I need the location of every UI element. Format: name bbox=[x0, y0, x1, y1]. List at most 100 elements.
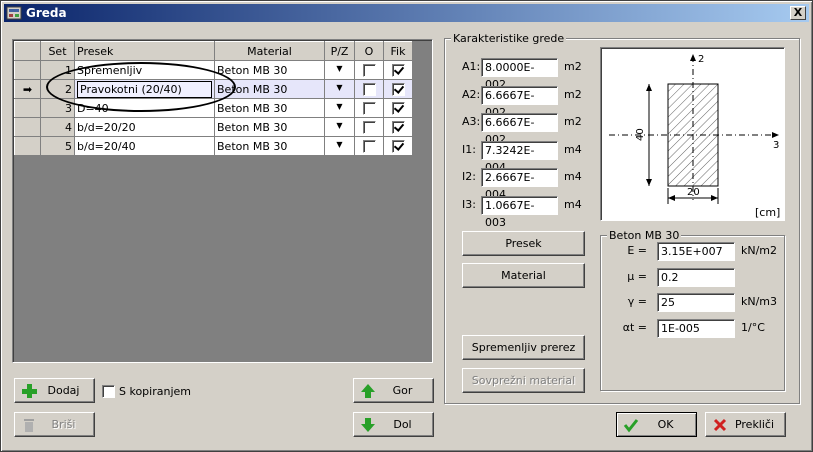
fik-checkbox[interactable] bbox=[391, 82, 405, 96]
copy-checkbox-label: S kopiranjem bbox=[119, 385, 191, 398]
material-cell[interactable]: Beton MB 30 bbox=[214, 60, 325, 80]
pz-cell[interactable]: ▼ bbox=[324, 79, 355, 99]
presek-cell[interactable]: Spremenljiv bbox=[74, 60, 215, 80]
cross-section-diagram: 2 3 40 20 [cm] bbox=[600, 47, 785, 221]
height-dimension: 40 bbox=[635, 128, 646, 141]
cancel-button[interactable]: Prekliči bbox=[705, 412, 786, 437]
material-prop-unit: kN/m2 bbox=[741, 244, 778, 257]
composite-material-button[interactable]: Sovprežni material bbox=[462, 368, 585, 393]
o-cell[interactable] bbox=[354, 117, 384, 137]
col-header-pz[interactable]: P/Z bbox=[324, 41, 355, 61]
char-label: I1: bbox=[462, 142, 476, 156]
presek-cell[interactable]: D=40 bbox=[74, 98, 215, 118]
presek-cell[interactable]: b/d=20/20 bbox=[74, 117, 215, 137]
material-prop-field[interactable]: 3.15E+007 bbox=[657, 242, 735, 261]
fik-checkbox[interactable] bbox=[391, 120, 405, 134]
dropdown-arrow-icon[interactable]: ▼ bbox=[336, 64, 342, 73]
fik-cell[interactable] bbox=[383, 117, 413, 137]
o-cell[interactable] bbox=[354, 60, 384, 80]
fik-cell[interactable] bbox=[383, 60, 413, 80]
material-prop-label: μ = bbox=[627, 269, 647, 283]
table-row[interactable]: 1 Spremenljiv Beton MB 30 ▼ bbox=[14, 60, 413, 80]
pz-cell[interactable]: ▼ bbox=[324, 136, 355, 156]
char-label: I2: bbox=[462, 170, 476, 183]
col-header-o[interactable]: O bbox=[354, 41, 384, 61]
col-header-presek[interactable]: Presek bbox=[74, 41, 215, 61]
fik-checkbox[interactable] bbox=[391, 101, 405, 115]
dropdown-arrow-icon[interactable]: ▼ bbox=[336, 121, 342, 130]
ok-label: OK bbox=[657, 418, 674, 431]
char-value-field[interactable]: 6.6667E-002 bbox=[481, 85, 558, 119]
material-prop-label: E = bbox=[627, 244, 647, 257]
dropdown-arrow-icon[interactable]: ▼ bbox=[336, 102, 342, 111]
char-value-field[interactable]: 7.3242E-004 bbox=[481, 140, 558, 174]
fik-checkbox[interactable] bbox=[391, 63, 405, 77]
material-cell[interactable]: Beton MB 30 bbox=[214, 98, 325, 118]
row-indicator[interactable] bbox=[14, 136, 41, 156]
fik-cell[interactable] bbox=[383, 79, 413, 99]
col-header-set[interactable]: Set bbox=[40, 41, 75, 61]
table-row[interactable]: 4 b/d=20/20 Beton MB 30 ▼ bbox=[14, 117, 413, 137]
char-value-field[interactable]: 8.0000E-002 bbox=[481, 58, 558, 91]
o-cell[interactable] bbox=[354, 136, 384, 156]
fik-checkbox[interactable] bbox=[391, 139, 405, 153]
move-down-button[interactable]: Dol bbox=[353, 412, 434, 437]
row-indicator[interactable] bbox=[14, 98, 41, 118]
o-cell[interactable] bbox=[354, 79, 384, 99]
x-icon bbox=[713, 418, 727, 432]
material-cell[interactable]: Beton MB 30 bbox=[214, 136, 325, 156]
dialog-window: Greda X Set Presek Material P/Z O Fik 1S… bbox=[0, 0, 813, 452]
char-value-field[interactable]: 2.6667E-004 bbox=[481, 168, 558, 201]
fik-cell[interactable] bbox=[383, 136, 413, 156]
material-prop-field[interactable]: 25 bbox=[657, 293, 735, 312]
presek-editor[interactable]: Pravokotni (20/40) bbox=[77, 80, 212, 98]
char-value-field[interactable]: 6.6667E-002 bbox=[481, 113, 558, 146]
section-button[interactable]: Presek bbox=[462, 231, 585, 256]
col-header-fik[interactable]: Fik bbox=[383, 41, 413, 61]
material-prop-field[interactable]: 0.2 bbox=[657, 267, 735, 287]
copy-checkbox[interactable] bbox=[102, 385, 115, 398]
material-cell[interactable]: Beton MB 30 bbox=[214, 79, 325, 99]
o-checkbox[interactable] bbox=[362, 101, 376, 115]
pz-cell[interactable]: ▼ bbox=[324, 117, 355, 137]
current-row-indicator: ➡ bbox=[14, 79, 41, 99]
table-row[interactable]: ➡ 2 Pravokotni (20/40) Beton MB 30 ▼ bbox=[14, 79, 413, 99]
arrow-up-icon bbox=[361, 384, 375, 398]
material-prop-field[interactable]: 1E-005 bbox=[657, 318, 735, 338]
pz-cell[interactable]: ▼ bbox=[324, 98, 355, 118]
variable-section-button[interactable]: Spremenljiv prerez bbox=[462, 335, 585, 360]
row-indicator[interactable] bbox=[14, 60, 41, 80]
material-button[interactable]: Material bbox=[462, 263, 585, 288]
title-bar: Greda X bbox=[4, 4, 809, 22]
width-dimension: 20 bbox=[687, 187, 700, 198]
o-checkbox[interactable] bbox=[362, 120, 376, 134]
table-row[interactable]: 5 b/d=20/40 Beton MB 30 ▼ bbox=[14, 136, 413, 156]
o-checkbox[interactable] bbox=[362, 82, 376, 96]
material-cell[interactable]: Beton MB 30 bbox=[214, 117, 325, 137]
ok-button[interactable]: OK bbox=[616, 412, 697, 437]
app-icon bbox=[6, 6, 22, 20]
material-group-label: Beton MB 30 bbox=[607, 229, 682, 242]
plus-icon bbox=[22, 384, 37, 398]
o-cell[interactable] bbox=[354, 98, 384, 118]
delete-button[interactable]: Briši bbox=[14, 412, 95, 437]
col-header-material[interactable]: Material bbox=[214, 41, 325, 61]
move-up-button[interactable]: Gor bbox=[353, 378, 434, 403]
fik-cell[interactable] bbox=[383, 98, 413, 118]
o-checkbox[interactable] bbox=[362, 63, 376, 77]
presek-cell[interactable]: Pravokotni (20/40) bbox=[74, 79, 215, 99]
char-value-field[interactable]: 1.0667E-003 bbox=[481, 195, 558, 229]
add-button[interactable]: Dodaj bbox=[14, 378, 95, 403]
table-row[interactable]: 3 D=40 Beton MB 30 ▼ bbox=[14, 98, 413, 118]
indicator-header bbox=[14, 41, 41, 61]
dropdown-arrow-icon[interactable]: ▼ bbox=[336, 140, 342, 149]
dropdown-arrow-icon[interactable]: ▼ bbox=[336, 83, 342, 92]
window-title: Greda bbox=[26, 6, 67, 20]
close-button[interactable]: X bbox=[790, 6, 806, 20]
presek-cell[interactable]: b/d=20/40 bbox=[74, 136, 215, 156]
o-checkbox[interactable] bbox=[362, 139, 376, 153]
row-indicator[interactable] bbox=[14, 117, 41, 137]
pz-cell[interactable]: ▼ bbox=[324, 60, 355, 80]
char-unit: m2 bbox=[564, 87, 582, 101]
sections-grid[interactable]: Set Presek Material P/Z O Fik 1 Spremenlj… bbox=[12, 39, 433, 363]
